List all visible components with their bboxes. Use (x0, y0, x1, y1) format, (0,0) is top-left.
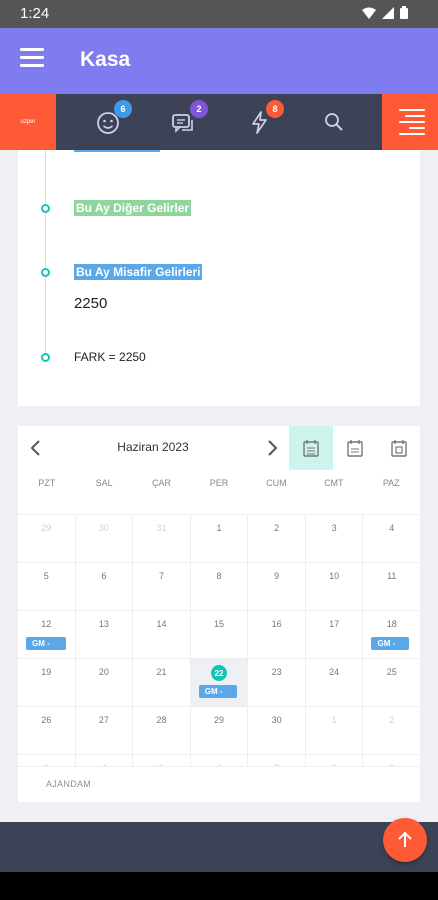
calendar-card: Haziran 2023 PZT SAL ÇAR PER CUM CMT PAZ… (18, 426, 420, 802)
calendar-week: 5 6 7 8 9 10 11 (18, 562, 420, 610)
day-view-button[interactable] (377, 426, 420, 470)
other-income-label: Bu Ay Diğer Gelirler (74, 200, 192, 216)
calendar-week: 26 27 28 29 30 1 2 (18, 706, 420, 754)
calendar-day-cell[interactable]: 27 (74, 707, 133, 754)
timeline-dot (41, 268, 50, 277)
calendar-event[interactable]: GM - (198, 685, 237, 698)
messages-badge: 2 (190, 100, 208, 118)
calendar-day-cell[interactable]: 21 (132, 659, 190, 706)
calendar-day-icon (391, 440, 407, 457)
income-summary-card: Bu Ay Diğer Gelirler Bu Ay Misafir Gelir… (18, 150, 420, 406)
calendar-day-cell[interactable]: 6 (74, 563, 133, 610)
calendar-day-cell[interactable]: 10 (304, 563, 363, 610)
timeline-dot (41, 204, 50, 213)
calendar-month-label: Haziran 2023 (117, 440, 189, 454)
calendar-day-cell[interactable]: 9 (247, 563, 305, 610)
calendar-day-cell[interactable]: 19 (18, 659, 75, 706)
calendar-day-cell[interactable]: 28 (132, 707, 190, 754)
agenda-link[interactable]: AJANDAM (18, 766, 420, 802)
calendar-day-cell[interactable]: 17 (304, 611, 363, 658)
calendar-week: 19 20 21 22 GM - 23 24 25 (18, 658, 420, 706)
week-view-button[interactable] (333, 426, 377, 470)
status-bar: 1:24 (0, 0, 438, 28)
search-button[interactable] (318, 106, 350, 138)
calendar-day-cell[interactable]: 7 (132, 563, 190, 610)
calendar-day-cell[interactable]: 31 (132, 515, 190, 562)
action-toolbar: ozper 6 2 8 (0, 94, 438, 150)
calendar-day-cell[interactable]: 4 (362, 515, 420, 562)
weekday-header-row: PZT SAL ÇAR PER CUM CMT PAZ (18, 478, 420, 498)
calendar-day-cell[interactable]: 29 (189, 707, 248, 754)
battery-icon (400, 6, 408, 19)
side-menu-button[interactable] (382, 94, 438, 150)
guest-income-label: Bu Ay Misafir Gelirleri (74, 264, 203, 280)
calendar-month-icon (303, 440, 319, 457)
calendar-day-cell[interactable]: 1 (304, 707, 363, 754)
calendar-header: Haziran 2023 (18, 426, 420, 470)
calendar-day-cell[interactable]: 20 (74, 659, 133, 706)
difference-text: FARK = 2250 (74, 350, 146, 364)
calendar-day-cell[interactable]: 24 (304, 659, 363, 706)
calendar-day-cell[interactable]: 2 (362, 707, 420, 754)
timeline-line (45, 150, 46, 360)
wifi-icon (362, 7, 376, 19)
calendar-day-cell[interactable]: 29 (18, 515, 75, 562)
calendar-day-cell-today[interactable]: 22 GM - (189, 659, 248, 706)
calendar-day-cell[interactable]: 18 GM - (362, 611, 420, 658)
previous-label-underline (74, 150, 160, 152)
scroll-to-top-button[interactable] (383, 818, 427, 862)
messages-button[interactable]: 2 (168, 100, 208, 138)
calendar-day-cell[interactable]: 1 (189, 515, 248, 562)
weekday-label: PER (209, 478, 229, 488)
feedback-button[interactable]: 6 (92, 100, 132, 138)
calendar-day-cell[interactable]: 5 (18, 563, 75, 610)
calendar-day-cell[interactable]: 25 (362, 659, 420, 706)
agenda-label: AJANDAM (46, 779, 92, 789)
feedback-badge: 6 (114, 100, 132, 118)
calendar-day-cell[interactable]: 14 (132, 611, 190, 658)
calendar-week: 12 GM - 13 14 15 16 17 18 GM - (18, 610, 420, 658)
calendar-day-cell[interactable]: 15 (189, 611, 248, 658)
guest-income-value: 2250 (74, 295, 108, 312)
chevron-right-icon[interactable] (262, 436, 282, 460)
calendar-event[interactable]: GM - (26, 637, 66, 650)
weekday-label: CUM (266, 478, 287, 488)
calendar-day-cell[interactable]: 11 (362, 563, 420, 610)
calendar-week-icon (347, 440, 363, 457)
weekday-label: PAZ (382, 478, 400, 488)
calendar-week: 29 30 31 1 2 3 4 (18, 514, 420, 562)
chevron-left-icon[interactable] (26, 436, 46, 460)
month-view-button[interactable] (289, 426, 333, 470)
system-nav-bar (0, 872, 438, 900)
signal-icon (382, 6, 394, 19)
calendar-day-cell[interactable]: 12 GM - (18, 611, 75, 658)
calendar-day-cell[interactable]: 3 (304, 515, 363, 562)
calendar-grid: 29 30 31 1 2 3 4 5 6 7 8 9 10 11 12 GM -… (18, 514, 420, 802)
weekday-label: SAL (95, 478, 113, 488)
status-time: 1:24 (20, 5, 50, 22)
alerts-button[interactable]: 8 (244, 100, 284, 138)
calendar-day-cell[interactable]: 30 (74, 515, 133, 562)
today-marker: 22 (211, 665, 228, 681)
calendar-day-cell[interactable]: 30 (247, 707, 305, 754)
page-title: Kasa (80, 48, 131, 71)
search-icon (325, 113, 343, 131)
app-bar: Kasa (0, 28, 438, 94)
weekday-label: ÇAR (152, 478, 172, 488)
weekday-label: CMT (324, 478, 344, 488)
calendar-event[interactable]: GM - (371, 637, 410, 650)
bottom-bar (0, 822, 438, 872)
alerts-badge: 8 (266, 100, 284, 118)
calendar-day-cell[interactable]: 26 (18, 707, 75, 754)
timeline-dot (41, 353, 50, 362)
calendar-day-cell[interactable]: 13 (74, 611, 133, 658)
calendar-day-cell[interactable]: 23 (247, 659, 305, 706)
calendar-day-cell[interactable]: 16 (247, 611, 305, 658)
calendar-day-cell[interactable]: 8 (189, 563, 248, 610)
calendar-day-cell[interactable]: 2 (247, 515, 305, 562)
brand-logo[interactable]: ozper (0, 94, 56, 150)
hamburger-menu-icon[interactable] (20, 48, 44, 68)
arrow-up-icon (398, 831, 412, 847)
weekday-label: PZT (38, 478, 56, 488)
